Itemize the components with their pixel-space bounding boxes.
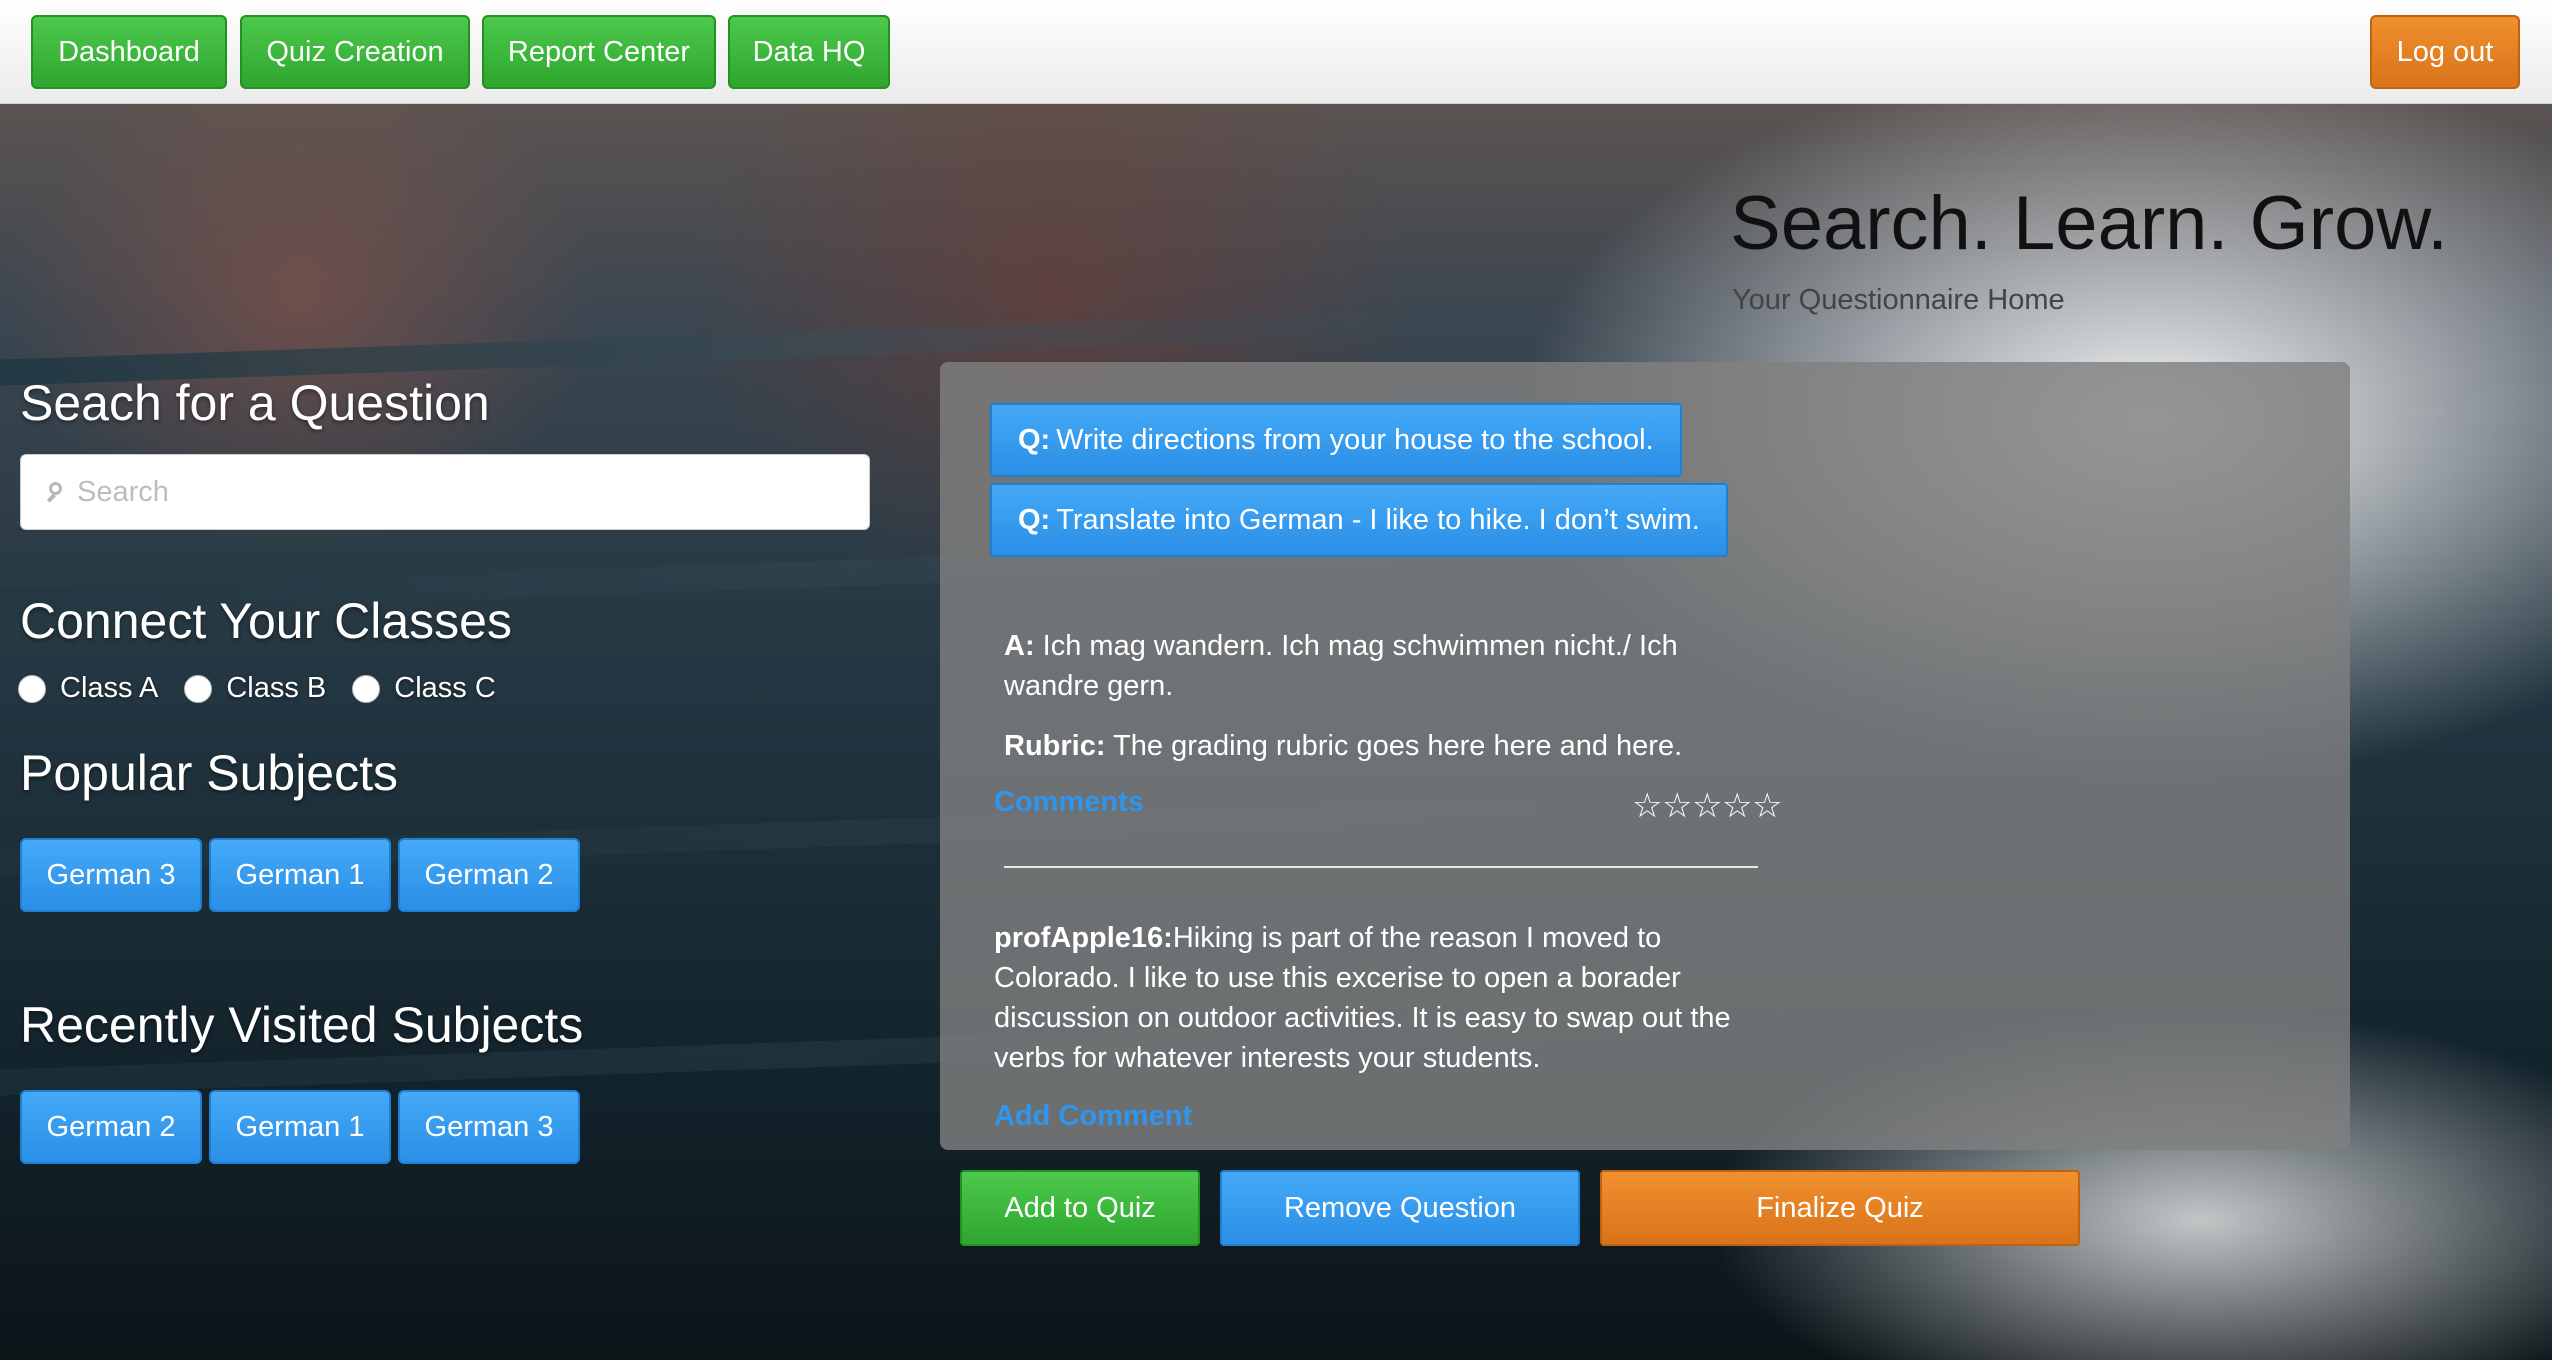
top-nav-bar: Dashboard Quiz Creation Report Center Da… <box>0 0 2552 104</box>
popular-subjects-list: German 3 German 1 German 2 <box>20 838 587 912</box>
classes-heading: Connect Your Classes <box>20 593 512 649</box>
logout-button[interactable]: Log out <box>2370 15 2520 89</box>
popular-subjects-heading: Popular Subjects <box>20 745 399 801</box>
star-icon[interactable]: ☆ <box>1632 786 1662 826</box>
question-text: Write directions from your house to the … <box>1056 423 1654 456</box>
star-icon[interactable]: ☆ <box>1692 786 1722 826</box>
radio-class-a[interactable]: Class A <box>18 672 158 705</box>
nav-report-center-button[interactable]: Report Center <box>482 15 716 89</box>
radio-button[interactable] <box>184 674 213 703</box>
radio-label: Class A <box>60 672 159 704</box>
rubric-prefix: Rubric: <box>1004 730 1106 762</box>
comment-author: profApple16: <box>994 922 1173 954</box>
search-icon <box>45 479 71 505</box>
recent-subject-button[interactable]: German 3 <box>398 1090 580 1164</box>
popular-subject-button[interactable]: German 1 <box>209 838 391 912</box>
popular-subject-button[interactable]: German 3 <box>20 838 202 912</box>
search-input[interactable] <box>77 462 837 522</box>
comment-divider <box>1004 866 1758 868</box>
finalize-quiz-button[interactable]: Finalize Quiz <box>1600 1170 2080 1246</box>
remove-question-button[interactable]: Remove Question <box>1220 1170 1580 1246</box>
question-text: Translate into German - I like to hike. … <box>1056 503 1700 536</box>
star-icon[interactable]: ☆ <box>1752 786 1782 826</box>
hero-title: Search. Learn. Grow. <box>1730 181 2449 266</box>
comments-link[interactable]: Comments <box>994 786 1144 819</box>
radio-class-c[interactable]: Class C <box>352 672 496 705</box>
radio-label: Class B <box>226 672 327 704</box>
question-prefix: Q: <box>1018 503 1051 536</box>
question-item[interactable]: Q: Write directions from your house to t… <box>990 403 1682 477</box>
star-icon[interactable]: ☆ <box>1722 786 1752 826</box>
radio-class-b[interactable]: Class B <box>184 672 326 705</box>
rubric-body: The grading rubric goes here here and he… <box>1113 730 1683 762</box>
answer-body: Ich mag wandern. Ich mag schwimmen nicht… <box>1004 630 1678 702</box>
recent-subject-button[interactable]: German 2 <box>20 1090 202 1164</box>
popular-subject-button[interactable]: German 2 <box>398 838 580 912</box>
hero-subtitle: Your Questionnaire Home <box>1732 284 2065 316</box>
recent-subject-button[interactable]: German 1 <box>209 1090 391 1164</box>
nav-quiz-creation-button[interactable]: Quiz Creation <box>240 15 470 89</box>
radio-button[interactable] <box>352 674 381 703</box>
question-prefix: Q: <box>1018 423 1051 456</box>
star-rating[interactable]: ☆ ☆ ☆ ☆ ☆ <box>1632 786 1782 826</box>
class-radio-group: Class A Class B Class C <box>18 672 522 705</box>
add-comment-link[interactable]: Add Comment <box>994 1100 1192 1133</box>
comment-item: profApple16:Hiking is part of the reason… <box>994 918 1774 1078</box>
star-icon[interactable]: ☆ <box>1662 786 1692 826</box>
nav-data-hq-button[interactable]: Data HQ <box>728 15 890 89</box>
recent-subjects-heading: Recently Visited Subjects <box>20 997 584 1053</box>
radio-button[interactable] <box>18 674 46 703</box>
answer-text: A: Ich mag wandern. Ich mag schwimmen ni… <box>1004 626 1744 706</box>
radio-label: Class C <box>394 672 496 704</box>
recent-subjects-list: German 2 German 1 German 3 <box>20 1090 587 1164</box>
add-to-quiz-button[interactable]: Add to Quiz <box>960 1170 1200 1246</box>
question-item[interactable]: Q: Translate into German - I like to hik… <box>990 483 1728 557</box>
rubric-text: Rubric: The grading rubric goes here her… <box>1004 726 1804 766</box>
nav-dashboard-button[interactable]: Dashboard <box>31 15 227 89</box>
answer-prefix: A: <box>1004 630 1035 662</box>
search-field[interactable] <box>20 454 870 530</box>
search-heading: Seach for a Question <box>20 375 490 431</box>
